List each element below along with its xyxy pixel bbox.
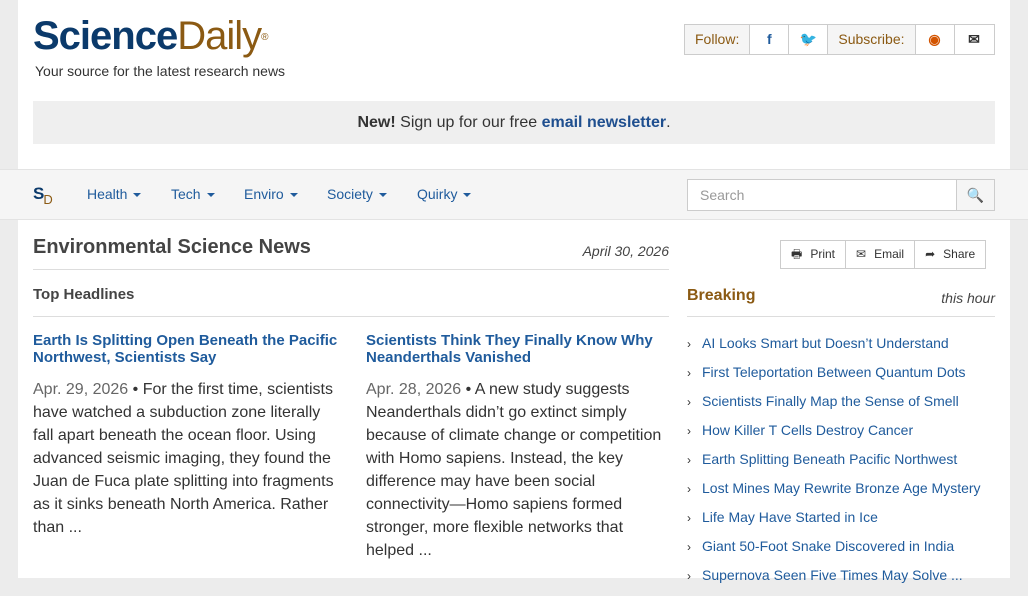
social-bar: Follow: f 🐦 Subscribe: ◉ ✉ (684, 24, 995, 55)
email-label: Email (874, 247, 905, 261)
caret-down-icon (289, 193, 298, 198)
nav-item-quirky[interactable]: Quirky (417, 186, 472, 202)
breaking-item-label: How Killer T Cells Destroy Cancer (702, 422, 914, 438)
chevron-right-icon: › (687, 453, 691, 467)
title-divider (33, 269, 669, 270)
page-title: Environmental Science News (33, 236, 311, 258)
promo-new-label: New! (357, 114, 396, 131)
caret-down-icon (133, 193, 142, 198)
share-button[interactable]: ➦ Share (915, 241, 985, 268)
tagline: Your source for the latest research news (35, 63, 286, 79)
print-label: Print (810, 247, 836, 261)
nav-item-label: Society (327, 186, 373, 202)
breaking-item[interactable]: › Supernova Seen Five Times May Solve ... (687, 567, 997, 596)
chevron-right-icon: › (687, 540, 691, 554)
breaking-item-label: Lost Mines May Rewrite Bronze Age Myster… (702, 480, 981, 496)
printer-icon: 🖶 (791, 247, 803, 261)
story-date: Apr. 29, 2026 (33, 381, 129, 398)
story-body: Apr. 29, 2026 • For the first time, scie… (33, 381, 334, 536)
chevron-right-icon: › (687, 337, 691, 351)
share-label: Share (943, 247, 976, 261)
story-card: Earth Is Splitting Open Beneath the Paci… (33, 332, 338, 539)
story-card: Scientists Think They Finally Know Why N… (366, 332, 671, 562)
page-date: April 30, 2026 (582, 243, 669, 259)
promo-end: . (666, 114, 671, 131)
registered-mark: ® (261, 32, 268, 43)
nav-item-enviro[interactable]: Enviro (244, 186, 298, 202)
breaking-item[interactable]: › Earth Splitting Beneath Pacific Northwe… (687, 451, 997, 480)
breaking-item[interactable]: › Giant 50-Foot Snake Discovered in India (687, 538, 997, 567)
search-button[interactable]: 🔍 (956, 179, 995, 211)
logo-daily: Daily (177, 14, 262, 58)
breaking-list: › AI Looks Smart but Doesn’t Understand ›… (687, 335, 997, 596)
chevron-right-icon: › (687, 482, 691, 496)
caret-down-icon (206, 193, 215, 198)
nav-item-health[interactable]: Health (87, 186, 142, 202)
breaking-item-label: Supernova Seen Five Times May Solve ... (702, 567, 963, 583)
story-summary: For the first time, scientists have watc… (33, 381, 334, 536)
top-headlines-heading: Top Headlines (33, 286, 135, 303)
breaking-item[interactable]: › First Teleportation Between Quantum Dot… (687, 364, 997, 393)
print-button[interactable]: 🖶 Print (781, 241, 847, 268)
subscribe-label: Subscribe: (828, 25, 916, 54)
breaking-item-label: AI Looks Smart but Doesn’t Understand (702, 335, 949, 351)
caret-down-icon (378, 193, 387, 198)
breaking-item[interactable]: › AI Looks Smart but Doesn’t Understand (687, 335, 997, 364)
breaking-item-label: Scientists Finally Map the Sense of Smel… (702, 393, 959, 409)
story-date: Apr. 28, 2026 (366, 381, 462, 398)
share-icon: ➦ (925, 247, 936, 261)
breaking-item-label: Life May Have Started in Ice (702, 509, 878, 525)
promo-text: Sign up for our free (400, 114, 538, 131)
breaking-item[interactable]: › Lost Mines May Rewrite Bronze Age Myste… (687, 480, 997, 509)
main-nav: SD Health Tech Enviro Society Quirky 🔍 (0, 169, 1028, 220)
search-input[interactable] (687, 179, 957, 211)
email-button[interactable]: ✉ Email (846, 241, 916, 268)
follow-label: Follow: (685, 25, 751, 54)
nav-logo[interactable]: SD (33, 184, 54, 207)
story-body: Apr. 28, 2026 • A new study suggests Nea… (366, 381, 662, 559)
breaking-item-label: Earth Splitting Beneath Pacific Northwes… (702, 451, 958, 467)
chevron-right-icon: › (687, 511, 691, 525)
breaking-divider (687, 316, 995, 317)
nav-item-tech[interactable]: Tech (171, 186, 215, 202)
logo-science: Science (33, 14, 178, 58)
search-icon: 🔍 (966, 187, 985, 203)
breaking-item[interactable]: › Scientists Finally Map the Sense of Sme… (687, 393, 997, 422)
nav-item-label: Enviro (244, 186, 284, 202)
breaking-item[interactable]: › Life May Have Started in Ice (687, 509, 997, 538)
chevron-right-icon: › (687, 569, 691, 583)
nav-item-society[interactable]: Society (327, 186, 387, 202)
facebook-icon[interactable]: f (750, 25, 790, 54)
breaking-item[interactable]: › How Killer T Cells Destroy Cancer (687, 422, 997, 451)
caret-down-icon (463, 193, 472, 198)
envelope-icon: ✉ (856, 247, 867, 261)
story-summary: A new study suggests Neanderthals didn’t… (366, 381, 662, 559)
breaking-item-label: Giant 50-Foot Snake Discovered in India (702, 538, 955, 554)
breaking-item-label: First Teleportation Between Quantum Dots (702, 364, 966, 380)
chevron-right-icon: › (687, 424, 691, 438)
nav-item-label: Tech (171, 186, 201, 202)
story-title[interactable]: Scientists Think They Finally Know Why N… (366, 332, 671, 366)
twitter-icon[interactable]: 🐦 (789, 25, 829, 54)
breaking-heading: Breaking (687, 287, 756, 304)
site-logo[interactable]: ScienceDaily® (33, 14, 269, 58)
story-title[interactable]: Earth Is Splitting Open Beneath the Paci… (33, 332, 338, 366)
email-icon[interactable]: ✉ (955, 25, 994, 54)
article-tools: 🖶 Print ✉ Email ➦ Share (780, 240, 987, 269)
nav-item-label: Health (87, 186, 128, 202)
headlines-divider (33, 316, 669, 317)
newsletter-promo: New! Sign up for our free email newslett… (33, 101, 995, 144)
nav-logo-d: D (43, 192, 53, 207)
nav-item-label: Quirky (417, 186, 458, 202)
rss-icon[interactable]: ◉ (916, 25, 955, 54)
breaking-subtitle: this hour (941, 290, 995, 306)
newsletter-link[interactable]: email newsletter (542, 114, 667, 131)
chevron-right-icon: › (687, 395, 691, 409)
chevron-right-icon: › (687, 366, 691, 380)
